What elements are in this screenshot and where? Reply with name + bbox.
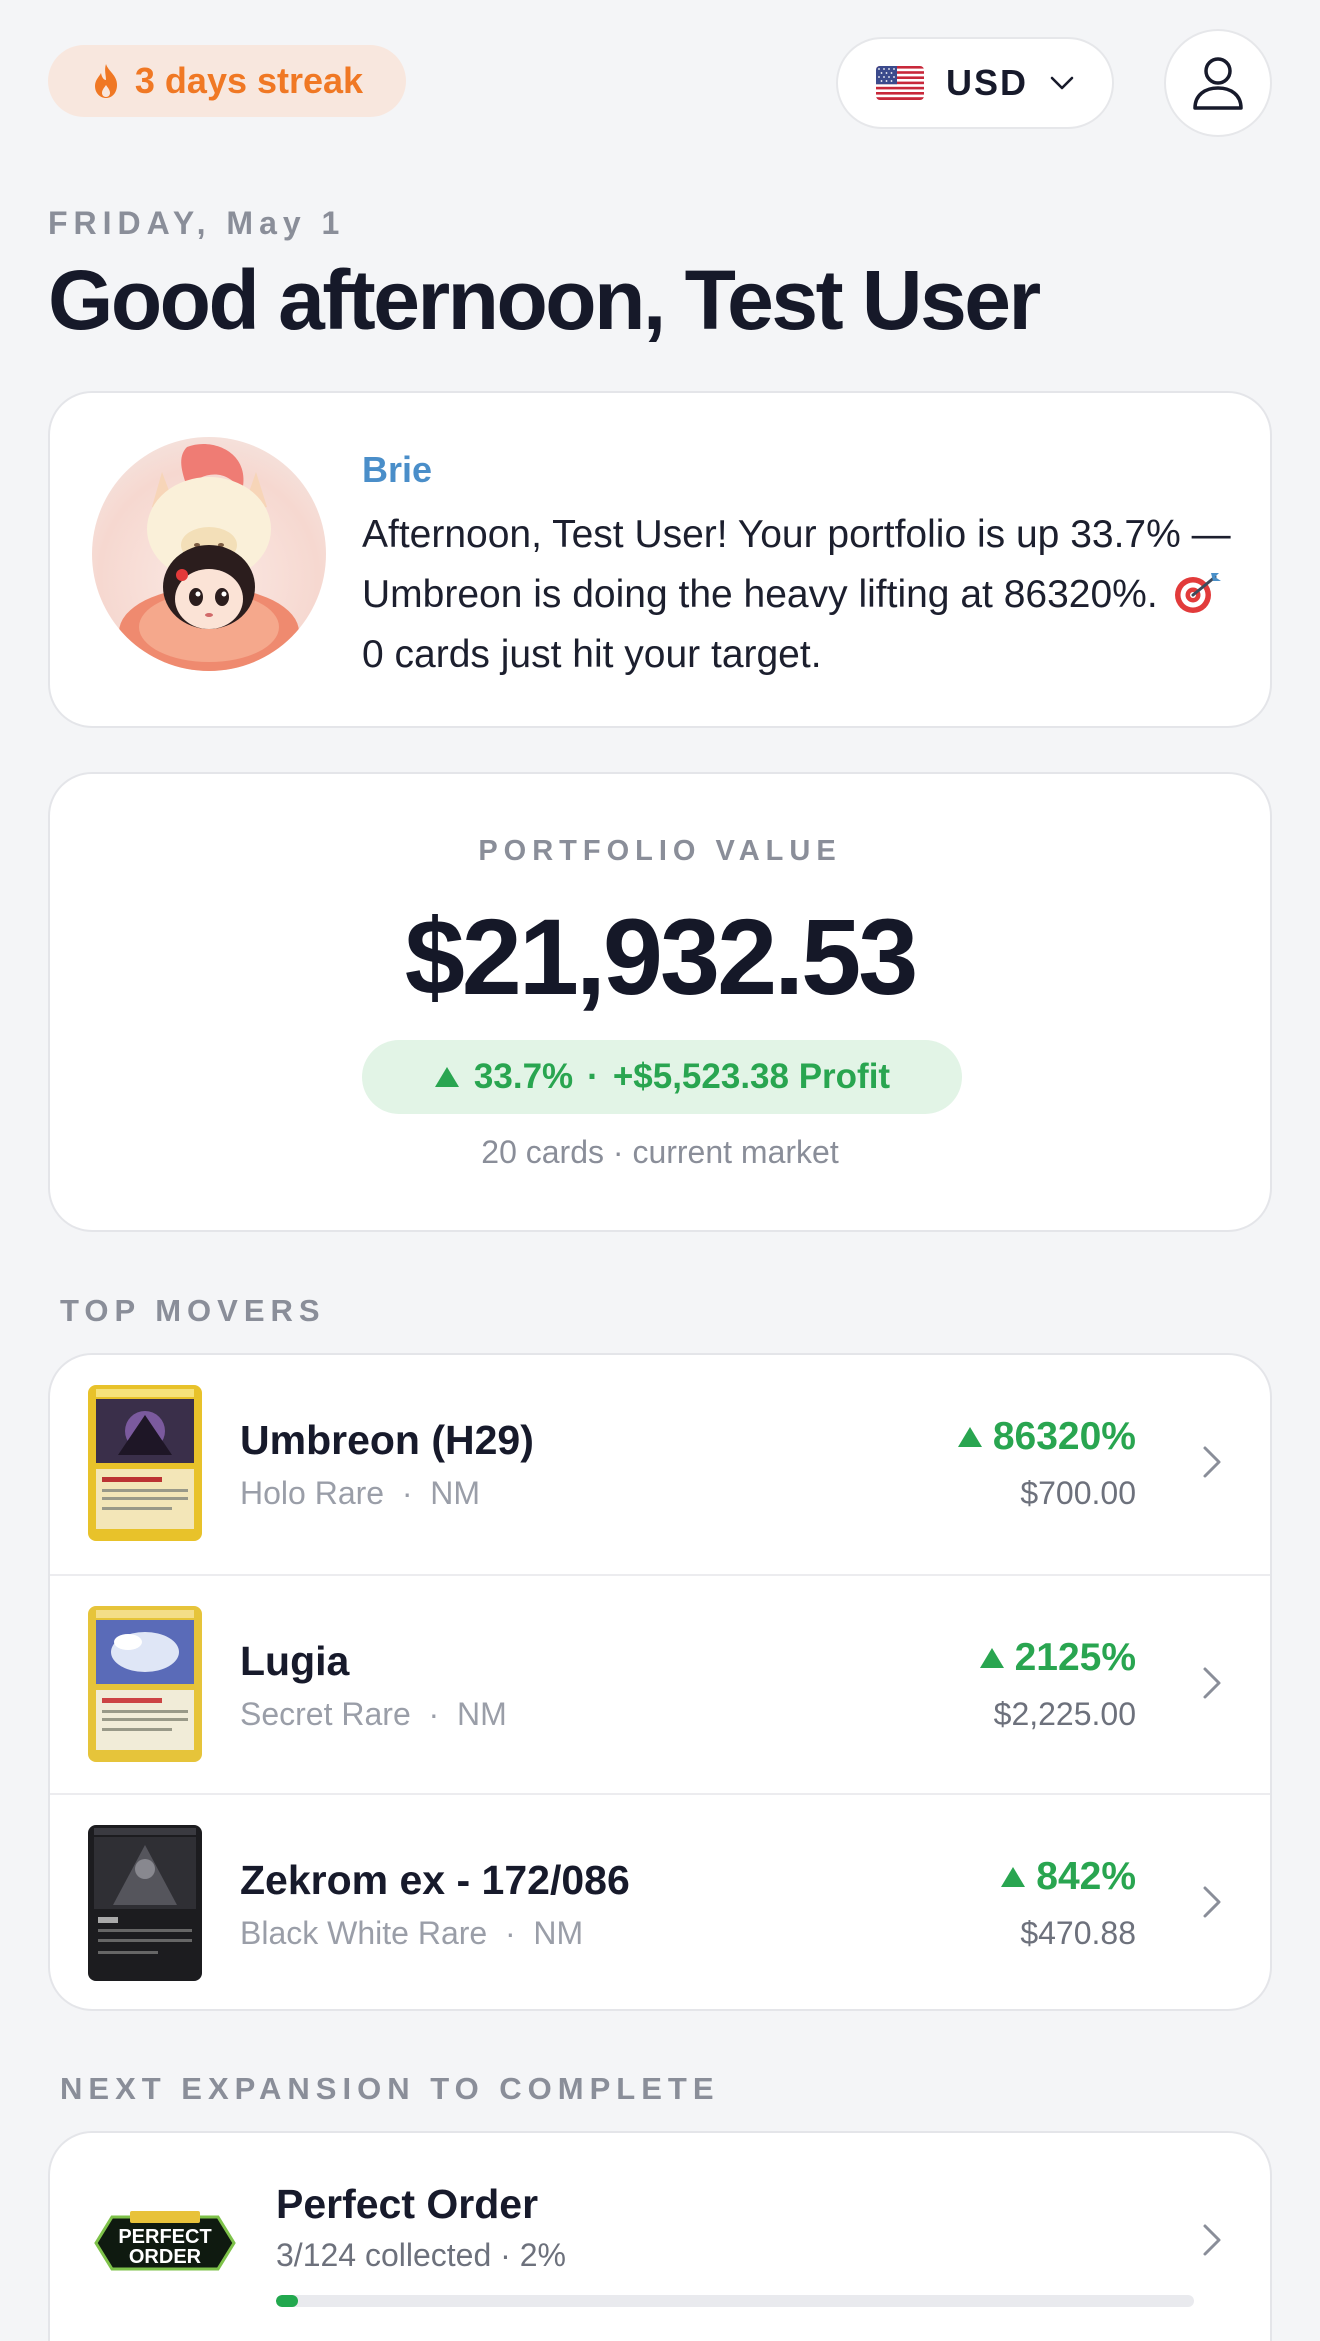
triangle-up-icon bbox=[957, 1427, 982, 1447]
svg-text:ORDER: ORDER bbox=[129, 2246, 202, 2268]
expansion-progress-text: 3/124 collected · 2% bbox=[276, 2237, 566, 2273]
mover-name: Umbreon (H29) bbox=[240, 1417, 534, 1463]
card-thumbnail bbox=[88, 1385, 202, 1541]
expansion-logo: PERFECT ORDER bbox=[94, 2211, 236, 2271]
portfolio-separator: · bbox=[587, 1057, 599, 1096]
portfolio-value: $21,932.53 bbox=[404, 896, 919, 1017]
mover-details: Secret Rare · NM bbox=[240, 1696, 507, 1732]
us-flag-icon bbox=[875, 66, 924, 100]
card-thumbnail bbox=[88, 1825, 202, 1981]
assistant-message-tail: 0 cards just hit your target. bbox=[362, 633, 822, 676]
chevron-right-icon bbox=[1203, 1446, 1221, 1478]
chevron-right-icon bbox=[1203, 1667, 1221, 1699]
chevron-down-icon bbox=[1050, 76, 1074, 90]
triangle-up-icon bbox=[1001, 1867, 1026, 1887]
top-movers-list: Umbreon (H29) Holo Rare · NM 86320% $700… bbox=[48, 1353, 1272, 2011]
triangle-up-icon bbox=[434, 1067, 459, 1087]
currency-selector[interactable]: USD bbox=[836, 37, 1114, 129]
mover-price: $700.00 bbox=[1020, 1475, 1136, 1511]
currency-code: USD bbox=[945, 62, 1028, 103]
flame-icon bbox=[94, 64, 117, 98]
user-icon bbox=[1193, 57, 1243, 110]
svg-text:PERFECT: PERFECT bbox=[118, 2226, 211, 2248]
mover-row[interactable]: Lugia Secret Rare · NM 2125% $2,225.00 bbox=[50, 1574, 1270, 1793]
profile-button[interactable] bbox=[1164, 29, 1272, 137]
date-label: FRIDAY, May 1 bbox=[48, 205, 346, 241]
mover-price: $470.88 bbox=[1020, 1915, 1136, 1951]
portfolio-change-badge: 33.7% · +$5,523.38 Profit bbox=[362, 1040, 962, 1114]
portfolio-label: PORTFOLIO VALUE bbox=[478, 835, 842, 867]
triangle-up-icon bbox=[979, 1648, 1004, 1668]
portfolio-profit: +$5,523.38 Profit bbox=[612, 1057, 891, 1096]
page-title: Good afternoon, Test User bbox=[48, 253, 1041, 347]
streak-label: 3 days streak bbox=[134, 60, 364, 101]
portfolio-card[interactable]: PORTFOLIO VALUE $21,932.53 33.7% · +$5,5… bbox=[48, 772, 1272, 1232]
mover-change: 842% bbox=[1000, 1855, 1136, 1899]
chevron-right-icon bbox=[1203, 1886, 1221, 1918]
assistant-message-text: Afternoon, Test User! Your portfolio is … bbox=[362, 513, 1231, 616]
mover-change: 86320% bbox=[957, 1415, 1136, 1459]
mover-row[interactable]: Zekrom ex - 172/086 Black White Rare · N… bbox=[50, 1793, 1270, 2009]
expansion-progress-bar bbox=[276, 2295, 1194, 2307]
portfolio-subtext: 20 cards · current market bbox=[481, 1134, 839, 1170]
assistant-message: Afternoon, Test User! Your portfolio is … bbox=[362, 505, 1242, 685]
streak-badge[interactable]: 3 days streak bbox=[48, 45, 406, 117]
mover-details: Holo Rare · NM bbox=[240, 1475, 481, 1511]
top-movers-label: TOP MOVERS bbox=[60, 1293, 326, 1328]
dart-target-icon bbox=[1174, 573, 1221, 613]
mover-price: $2,225.00 bbox=[993, 1696, 1136, 1732]
expansion-name: Perfect Order bbox=[276, 2181, 539, 2227]
mover-change: 2125% bbox=[979, 1636, 1136, 1680]
assistant-name: Brie bbox=[362, 449, 433, 490]
assistant-avatar bbox=[92, 437, 326, 671]
mover-name: Zekrom ex - 172/086 bbox=[240, 1857, 630, 1903]
mover-name: Lugia bbox=[240, 1638, 350, 1684]
card-thumbnail bbox=[88, 1606, 202, 1762]
chevron-right-icon bbox=[1203, 2224, 1221, 2256]
mover-details: Black White Rare · NM bbox=[240, 1915, 584, 1951]
portfolio-change-pct: 33.7% bbox=[473, 1057, 574, 1096]
mover-row[interactable]: Umbreon (H29) Holo Rare · NM 86320% $700… bbox=[50, 1355, 1270, 1574]
expansion-progress-fill bbox=[276, 2295, 299, 2307]
assistant-card[interactable]: Brie Afternoon, Test User! Your portfoli… bbox=[48, 391, 1272, 728]
expansion-card[interactable]: PERFECT ORDER Perfect Order 3/124 collec… bbox=[48, 2131, 1272, 2341]
next-expansion-label: NEXT EXPANSION TO COMPLETE bbox=[60, 2071, 720, 2106]
